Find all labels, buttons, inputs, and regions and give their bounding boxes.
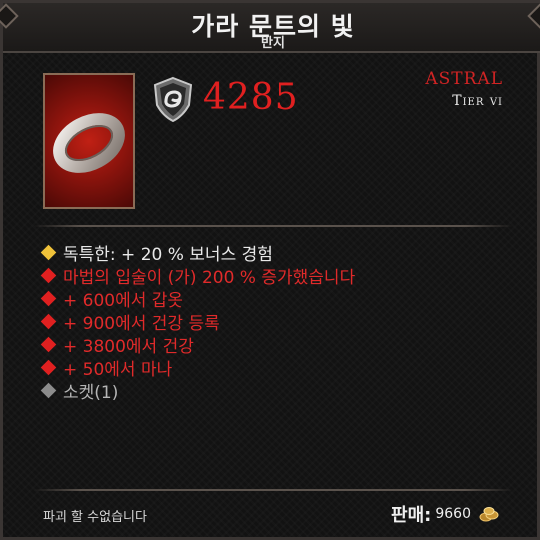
affix-row: 소켓(1) [40,379,355,403]
tier-label: Tier vi [452,93,503,109]
affix-text: + 3800에서 건강 [63,337,194,357]
affix-text: 독특한: + 20 % 보너스 경험 [63,245,273,265]
affix-row: + 3800에서 건강 [40,333,355,357]
affix-row: + 600에서 갑옷 [40,287,355,311]
armor-value: 4285 [203,77,299,118]
divider-bottom [33,489,513,491]
diamond-bullet-icon [40,336,57,353]
divider-top [33,225,513,227]
item-image [43,73,135,209]
gold-coins-icon [479,507,499,522]
affix-text: + 600에서 갑옷 [63,291,184,311]
shield-swirl-icon [153,76,193,123]
affix-row: + 900에서 건강 등록 [40,310,355,334]
affix-text: 소켓(1) [63,383,119,403]
item-tooltip: 가라 문트의 빛 반지 4285 ASTRAL Tier vi 독특한: + 2… [0,0,540,540]
sell-value: 9660 [435,506,471,522]
affix-text: + 900에서 건강 등록 [63,314,220,334]
diamond-bullet-icon [40,382,57,399]
sell-price: 판매: 9660 [391,501,499,527]
affix-row: 마법의 입술이 (가) 200 % 증가했습니다 [40,264,356,288]
item-type: 반지 [261,36,285,51]
affix-row: + 50에서 마나 [40,356,355,380]
affix-list: 독특한: + 20 % 보너스 경험마법의 입술이 (가) 200 % 증가했습… [40,241,356,403]
diamond-bullet-icon [40,267,57,284]
affix-text: + 50에서 마나 [63,360,173,380]
diamond-bullet-icon [40,313,57,330]
affix-row: 독특한: + 20 % 보너스 경험 [40,241,355,265]
ring-icon [53,113,125,173]
tooltip-header: 가라 문트의 빛 반지 [0,3,540,53]
sell-label: 판매: [391,505,432,526]
diamond-bullet-icon [40,244,57,261]
indestructible-note: 파괴 할 수없습니다 [43,510,147,525]
rarity-label: ASTRAL [425,69,503,89]
diamond-bullet-icon [40,290,57,307]
diamond-bullet-icon [40,359,57,376]
affix-text: 마법의 입술이 (가) 200 % 증가했습니다 [63,268,356,288]
